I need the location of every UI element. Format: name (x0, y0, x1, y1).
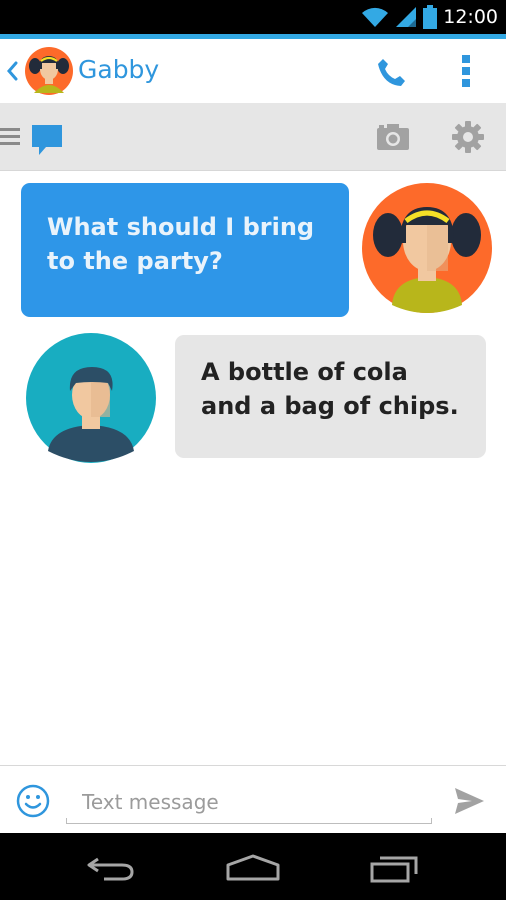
send-icon[interactable] (452, 784, 486, 818)
back-icon[interactable] (86, 853, 136, 883)
avatar (26, 333, 156, 463)
chat-icon[interactable] (30, 121, 64, 157)
input-underline (66, 818, 432, 824)
message-line: What should I bring (47, 213, 315, 241)
message-line: to the party? (47, 247, 223, 275)
overflow-menu-button[interactable] (454, 51, 478, 91)
status-time: 12:00 (443, 6, 498, 28)
message-bubble-received[interactable]: A bottle of cola and a bag of chips. (175, 335, 486, 458)
recents-icon[interactable] (368, 852, 420, 884)
message-bubble-sent[interactable]: What should I bring to the party? (21, 183, 349, 317)
call-button[interactable] (372, 53, 412, 91)
menu-icon[interactable] (0, 127, 22, 147)
message-line: and a bag of chips. (201, 392, 459, 420)
chevron-left-icon[interactable] (4, 57, 20, 85)
toolbar (0, 103, 506, 171)
more-vertical-icon (462, 55, 470, 87)
status-bar: 12:00 (0, 0, 506, 34)
message-line: A bottle of cola (201, 358, 408, 386)
avatar (362, 183, 492, 313)
phone-icon (378, 59, 405, 86)
contact-name[interactable]: Gabby (78, 55, 159, 84)
camera-icon[interactable] (376, 121, 410, 153)
status-icons: 12:00 (361, 5, 498, 29)
system-nav-bar (0, 833, 506, 900)
gear-icon[interactable] (451, 120, 485, 154)
home-icon[interactable] (225, 853, 281, 883)
message-composer (0, 765, 506, 833)
smiley-icon[interactable] (15, 783, 51, 819)
contact-avatar[interactable] (25, 47, 73, 95)
battery-icon (423, 5, 438, 29)
signal-icon (396, 7, 417, 27)
messaging-screen: 12:00 Gabby What should I bring to the p… (0, 0, 506, 900)
app-bar: Gabby (0, 39, 506, 103)
wifi-icon (362, 7, 389, 28)
